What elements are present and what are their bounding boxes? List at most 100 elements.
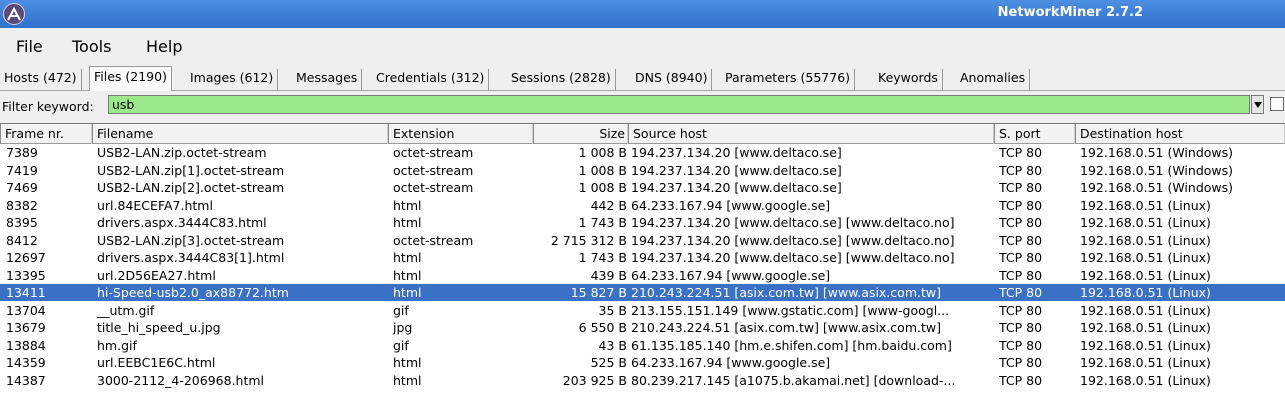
destination-host-cell: 192.168.0.51 (Linux) [1080, 320, 1211, 335]
title-bar[interactable]: NetworkMiner 2.7.2 [0, 0, 1285, 28]
size-cell: 1 743 B [578, 215, 627, 230]
table-row[interactable]: 12697 drivers.aspx.3444C83[1].html html 1 7… [0, 249, 1285, 266]
column-header-sport[interactable]: S. port [994, 124, 1075, 144]
column-header-size[interactable]: Size [533, 124, 628, 144]
table-row[interactable]: 7469 USB2-LAN.zip[2].octet-stream octet-st… [0, 179, 1285, 196]
filename-cell: url.2D56EA27.html [97, 267, 216, 283]
source-host-cell: 210.243.224.51 [asix.com.tw] [www.asix.c… [631, 320, 941, 335]
size-cell: 203 925 B [562, 372, 627, 388]
filename-cell: USB2-LAN.zip[3].octet-stream [97, 232, 285, 248]
tab-hosts[interactable]: Hosts (472) [0, 69, 82, 91]
filter-checkbox[interactable] [1270, 97, 1284, 111]
frame-cell: 8382 [6, 197, 38, 213]
frame-cell: 13884 [6, 337, 46, 353]
column-header-frame[interactable]: Frame nr. [0, 124, 92, 144]
filename-cell: drivers.aspx.3444C83.html [97, 215, 267, 230]
filename-cell: hi-Speed-usb2.0_ax88772.htm [97, 285, 289, 300]
source-host-cell: 194.237.134.20 [www.deltaco.se] [631, 180, 842, 195]
size-cell: 35 B [598, 302, 627, 318]
tab-images[interactable]: Images (612) [186, 69, 279, 91]
tab-credentials[interactable]: Credentials (312) [372, 69, 490, 91]
table-row[interactable]: 13679 title_hi_speed_u.jpg jpg 6 550 B 210.2… [0, 319, 1285, 336]
frame-cell: 13411 [6, 285, 46, 300]
destination-host-cell: 192.168.0.51 (Linux) [1080, 197, 1211, 213]
destination-host-cell: 192.168.0.51 (Windows) [1080, 180, 1234, 195]
extension-cell: html [393, 267, 422, 283]
menu-file[interactable]: File [16, 37, 43, 56]
filter-keyword-label: Filter keyword: [2, 99, 94, 114]
frame-cell: 7419 [6, 162, 38, 178]
table-row[interactable]: 7419 USB2-LAN.zip[1].octet-stream octet-st… [0, 162, 1285, 179]
destination-host-cell: 192.168.0.51 (Linux) [1080, 215, 1211, 230]
source-host-cell: 210.243.224.51 [asix.com.tw] [www.asix.c… [631, 285, 941, 300]
source-host-cell: 194.237.134.20 [www.deltaco.se] [www.del… [631, 215, 955, 230]
size-cell: 1 743 B [578, 250, 627, 265]
source-port-cell: TCP 80 [999, 250, 1043, 265]
source-host-cell: 194.237.134.20 [www.deltaco.se] [631, 145, 842, 160]
tab-anomalies[interactable]: Anomalies [956, 69, 1031, 91]
source-host-cell: 61.135.185.140 [hm.e.shifen.com] [hm.bai… [631, 337, 952, 353]
source-port-cell: TCP 80 [999, 285, 1043, 300]
tab-parameters[interactable]: Parameters (55776) [721, 69, 856, 91]
tab-bar: Hosts (472) Files (2190) Images (612) Me… [0, 64, 1285, 92]
filter-dropdown-button[interactable] [1251, 95, 1264, 114]
source-port-cell: TCP 80 [999, 320, 1043, 335]
extension-cell: html [393, 250, 422, 265]
source-port-cell: TCP 80 [999, 232, 1043, 248]
networkminer-app-icon[interactable] [3, 3, 25, 25]
destination-host-cell: 192.168.0.51 (Linux) [1080, 285, 1211, 300]
frame-cell: 13395 [6, 267, 46, 283]
destination-host-cell: 192.168.0.51 (Windows) [1080, 162, 1234, 178]
destination-host-cell: 192.168.0.51 (Linux) [1080, 355, 1211, 370]
destination-host-cell: 192.168.0.51 (Linux) [1080, 267, 1211, 283]
column-header-destination-host[interactable]: Destination host [1075, 124, 1285, 144]
source-port-cell: TCP 80 [999, 302, 1043, 318]
filename-cell: USB2-LAN.zip[2].octet-stream [97, 180, 285, 195]
table-row[interactable]: 14359 url.EEBC1E6C.html html 525 B 64.233.16… [0, 354, 1285, 371]
size-cell: 1 008 B [578, 162, 627, 178]
extension-cell: octet-stream [393, 162, 474, 178]
table-row[interactable]: 13884 hm.gif gif 43 B 61.135.185.140 [hm.e.s… [0, 337, 1285, 354]
extension-cell: octet-stream [393, 145, 474, 160]
filename-cell: 3000-2112_4-206968.html [97, 372, 265, 388]
table-row[interactable]: 13395 url.2D56EA27.html html 439 B 64.233.16… [0, 267, 1285, 284]
filename-cell: hm.gif [97, 337, 137, 353]
size-cell: 442 B [590, 197, 627, 213]
filter-keyword-input[interactable] [108, 95, 1250, 114]
size-cell: 2 715 312 B [550, 232, 627, 248]
table-row-selected[interactable]: 13411 hi-Speed-usb2.0_ax88772.htm html 15 8… [0, 284, 1285, 301]
extension-cell: html [393, 215, 422, 230]
menu-help[interactable]: Help [146, 37, 182, 56]
size-cell: 439 B [590, 267, 627, 283]
extension-cell: html [393, 197, 422, 213]
column-header-extension[interactable]: Extension [388, 124, 533, 144]
source-port-cell: TCP 80 [999, 145, 1043, 160]
table-row[interactable]: 13704 __utm.gif gif 35 B 213.155.151.149 [ww… [0, 302, 1285, 319]
source-port-cell: TCP 80 [999, 372, 1043, 388]
extension-cell: gif [393, 337, 409, 353]
table-row[interactable]: 8412 USB2-LAN.zip[3].octet-stream octet-st… [0, 232, 1285, 249]
menu-bar: File Tools Help [0, 28, 1285, 64]
size-cell: 525 B [590, 355, 627, 370]
table-row[interactable]: 7389 USB2-LAN.zip.octet-stream octet-strea… [0, 144, 1285, 161]
source-port-cell: TCP 80 [999, 267, 1043, 283]
tab-messages[interactable]: Messages [292, 69, 363, 91]
size-cell: 1 008 B [578, 145, 627, 160]
tab-sessions[interactable]: Sessions (2828) [507, 69, 616, 91]
table-row[interactable]: 8382 url.84ECEFA7.html html 442 B 64.233.167… [0, 197, 1285, 214]
table-row[interactable]: 14387 3000-2112_4-206968.html html 203 925 … [0, 372, 1285, 389]
frame-cell: 13679 [6, 320, 46, 335]
files-table: Frame nr. Filename Extension Size Source… [0, 123, 1285, 420]
menu-tools[interactable]: Tools [72, 37, 111, 56]
column-header-source-host[interactable]: Source host [628, 124, 994, 144]
size-cell: 43 B [598, 337, 627, 353]
tab-files[interactable]: Files (2190) [89, 66, 172, 92]
source-host-cell: 64.233.167.94 [www.google.se] [631, 267, 831, 283]
table-row[interactable]: 8395 drivers.aspx.3444C83.html html 1 743 B… [0, 214, 1285, 231]
extension-cell: html [393, 285, 422, 300]
tab-keywords[interactable]: Keywords [874, 69, 943, 91]
column-header-filename[interactable]: Filename [92, 124, 388, 144]
tab-dns[interactable]: DNS (8940) [631, 69, 713, 91]
source-port-cell: TCP 80 [999, 337, 1043, 353]
filename-cell: drivers.aspx.3444C83[1].html [97, 250, 285, 265]
